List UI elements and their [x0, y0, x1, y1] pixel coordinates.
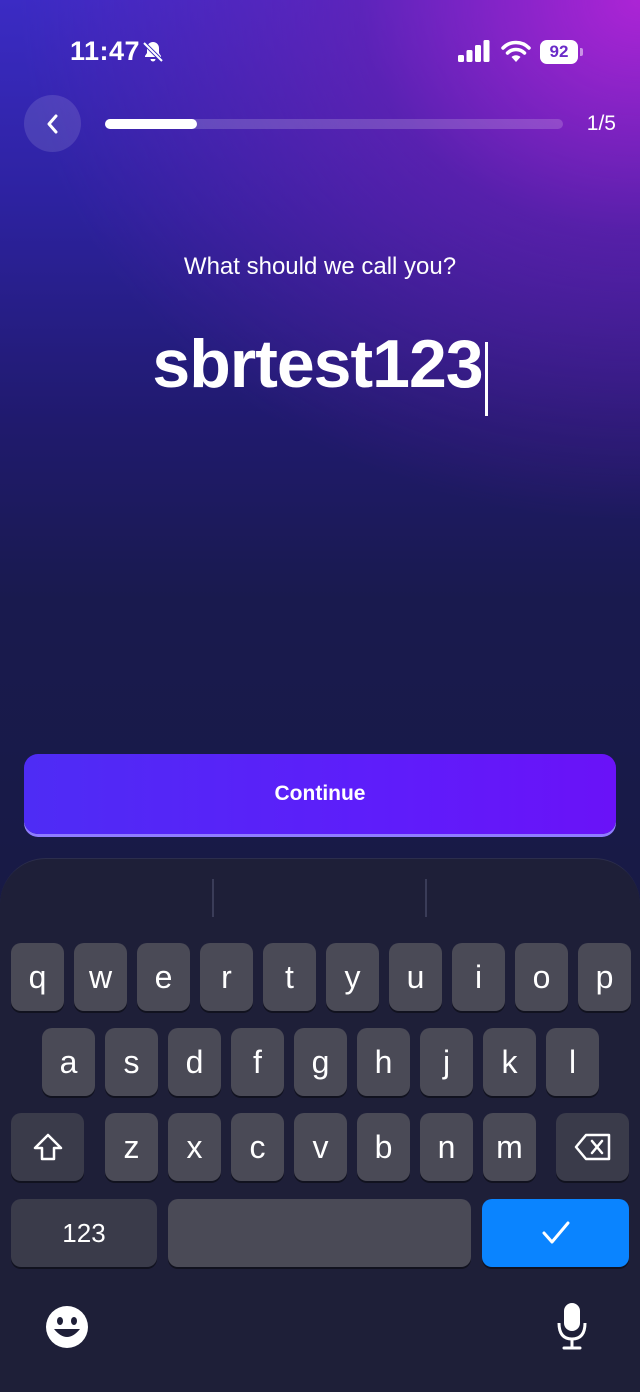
key-x[interactable]: x	[168, 1113, 221, 1181]
key-u[interactable]: u	[389, 943, 442, 1011]
key-c[interactable]: c	[231, 1113, 284, 1181]
key-j[interactable]: j	[420, 1028, 473, 1096]
cellular-signal-icon	[458, 40, 490, 62]
shift-key[interactable]	[11, 1113, 84, 1181]
numbers-key[interactable]: 123	[11, 1199, 157, 1267]
key-a[interactable]: a	[42, 1028, 95, 1096]
key-d[interactable]: d	[168, 1028, 221, 1096]
key-r[interactable]: r	[200, 943, 253, 1011]
continue-button[interactable]: Continue	[24, 754, 616, 834]
chevron-left-icon	[47, 114, 57, 133]
keyboard: 123 qwertyuiop asdfghjkl zxcvbnm	[0, 858, 640, 1392]
key-v[interactable]: v	[294, 1113, 347, 1181]
suggestion-divider	[212, 879, 214, 917]
suggestion-divider	[425, 879, 427, 917]
backspace-icon	[574, 1133, 610, 1161]
checkmark-icon	[542, 1221, 569, 1244]
status-time: 11:47	[70, 36, 141, 66]
key-z[interactable]: z	[105, 1113, 158, 1181]
battery-level: 92	[540, 40, 578, 64]
key-h[interactable]: h	[357, 1028, 410, 1096]
text-caret	[484, 341, 488, 416]
key-l[interactable]: l	[546, 1028, 599, 1096]
space-key[interactable]	[168, 1199, 471, 1267]
progress-bar	[105, 119, 563, 129]
key-n[interactable]: n	[420, 1113, 473, 1181]
back-button[interactable]	[24, 95, 81, 152]
shift-icon	[33, 1133, 62, 1161]
key-b[interactable]: b	[357, 1113, 410, 1181]
key-k[interactable]: k	[483, 1028, 536, 1096]
battery-icon: 92	[540, 40, 584, 64]
emoji-icon[interactable]	[45, 1305, 89, 1349]
key-e[interactable]: e	[137, 943, 190, 1011]
key-q[interactable]: q	[11, 943, 64, 1011]
key-g[interactable]: g	[294, 1028, 347, 1096]
key-s[interactable]: s	[105, 1028, 158, 1096]
name-input[interactable]: sbrtest123	[152, 322, 483, 406]
done-key[interactable]	[482, 1199, 629, 1267]
key-t[interactable]: t	[263, 943, 316, 1011]
name-field[interactable]: sbrtest123	[0, 322, 640, 420]
wifi-icon	[501, 40, 531, 62]
progress-fill	[105, 119, 197, 129]
key-w[interactable]: w	[74, 943, 127, 1011]
key-y[interactable]: y	[326, 943, 379, 1011]
key-o[interactable]: o	[515, 943, 568, 1011]
delete-key[interactable]	[556, 1113, 629, 1181]
key-p[interactable]: p	[578, 943, 631, 1011]
step-counter: 1/5	[586, 112, 616, 135]
bell-off-icon	[142, 41, 164, 63]
name-prompt: What should we call you?	[183, 253, 457, 280]
microphone-icon[interactable]	[556, 1301, 588, 1351]
key-i[interactable]: i	[452, 943, 505, 1011]
key-m[interactable]: m	[483, 1113, 536, 1181]
key-f[interactable]: f	[231, 1028, 284, 1096]
status-bar: 11:47 92	[0, 0, 640, 100]
